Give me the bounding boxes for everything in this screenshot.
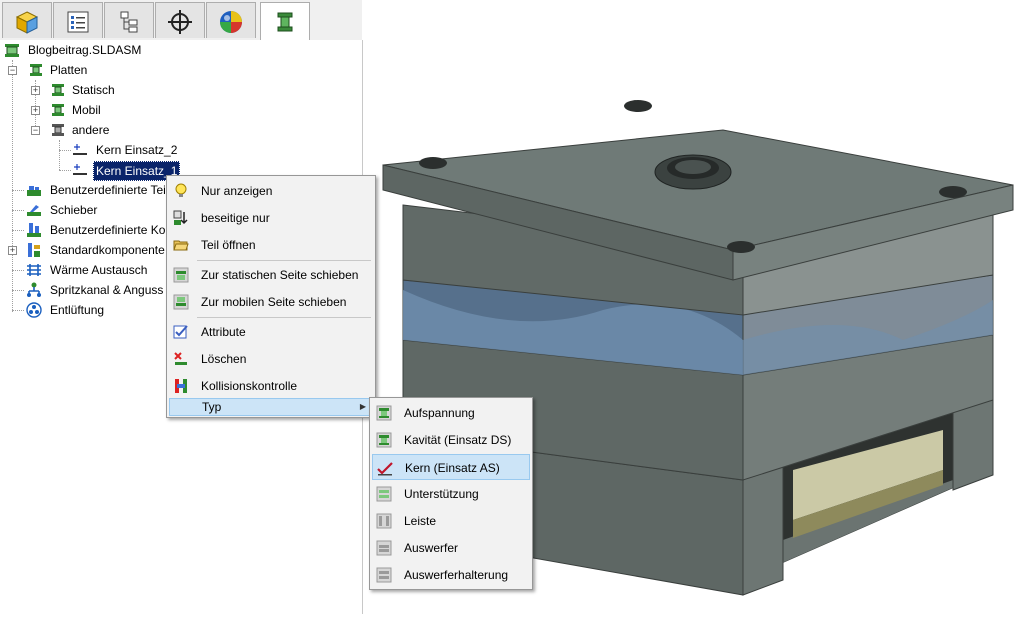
tree-label: Kern Einsatz_2 [96, 143, 178, 157]
feature-manager-tabs [0, 0, 362, 41]
open-folder-icon [173, 240, 189, 251]
clamping-plate-icon [376, 405, 392, 421]
tab-feature-manager[interactable] [2, 2, 52, 38]
plate-icon [52, 104, 64, 116]
part-cube-icon [15, 11, 39, 34]
menu-item-leiste[interactable]: Leiste [372, 508, 530, 534]
menu-label: Zur statischen Seite schieben [201, 268, 359, 282]
menu-item-beseitige-nur[interactable]: beseitige nur [169, 205, 373, 231]
tree-label: Benutzerdefinierte Tei [50, 183, 166, 197]
menu-item-typ[interactable]: Typ ▶ [169, 398, 373, 416]
tab-dimxpert[interactable] [155, 2, 205, 38]
menu-item-loeschen[interactable]: Löschen [169, 346, 373, 372]
appearance-ball-icon [220, 11, 242, 33]
tree-label: andere [72, 123, 110, 137]
custom-component-icon [27, 223, 41, 237]
collapse-toggle[interactable]: − [8, 66, 17, 75]
menu-label: beseitige nur [201, 211, 270, 225]
tab-property-manager[interactable] [53, 2, 103, 38]
submenu-arrow-icon: ▶ [359, 402, 366, 411]
ejector-plate-icon [376, 540, 392, 556]
custom-parts-icon [27, 186, 41, 196]
property-list-icon [67, 11, 89, 33]
tree-label: Mobil [72, 103, 101, 117]
tree-label: Spritzkanal & Anguss [50, 283, 164, 297]
menu-label: Attribute [201, 325, 246, 339]
plate-icon [30, 64, 42, 76]
menu-item-attribute[interactable]: Attribute [169, 319, 373, 345]
cooling-icon [27, 264, 41, 276]
plane-insert-icon [73, 164, 87, 175]
runner-gate-icon [27, 282, 41, 297]
menu-label: Kern (Einsatz AS) [405, 461, 500, 475]
menu-label: Auswerferhalterung [404, 568, 509, 582]
crosshair-icon [168, 10, 192, 34]
menu-item-teil-oeffnen[interactable]: Teil öffnen [169, 232, 373, 258]
context-menu: Nur anzeigen beseitige nur Teil öffnen Z… [166, 175, 376, 418]
tree-label: Platten [50, 63, 88, 77]
tree-label: Schieber [50, 203, 98, 217]
delete-icon [174, 352, 187, 365]
menu-item-aufspannung[interactable]: Aufspannung [372, 400, 530, 426]
expand-toggle[interactable]: + [31, 86, 40, 95]
assembly-mold-icon [5, 44, 19, 57]
attribute-icon [173, 325, 188, 339]
isolate-icon [173, 210, 188, 225]
menu-label: Nur anzeigen [201, 184, 273, 198]
tree-label: Benutzerdefinierte Kor [50, 223, 170, 237]
menu-item-kavitaet[interactable]: Kavität (Einsatz DS) [372, 427, 530, 453]
tree-label: Standardkomponente [50, 243, 165, 257]
tree-label: Entlüftung [50, 303, 105, 317]
move-static-icon [173, 267, 189, 283]
expand-toggle[interactable]: + [8, 246, 17, 255]
move-mobile-icon [173, 294, 189, 310]
configuration-tree-icon [120, 11, 138, 33]
cavity-plate-icon [376, 432, 392, 448]
tab-mold-plates[interactable] [260, 2, 310, 41]
plate-icon [52, 84, 64, 96]
support-plate-icon [376, 486, 392, 502]
tree-label: Statisch [72, 83, 115, 97]
typ-submenu: Aufspannung Kavität (Einsatz DS) Kern (E… [369, 397, 533, 590]
menu-label: Löschen [201, 352, 247, 366]
menu-item-unterstuetzung[interactable]: Unterstützung [372, 481, 530, 507]
menu-item-auswerferhalterung[interactable]: Auswerferhalterung [372, 562, 530, 588]
menu-item-auswerfer[interactable]: Auswerfer [372, 535, 530, 561]
plane-insert-icon [73, 144, 87, 155]
tree-label: Wärme Austausch [50, 263, 148, 277]
menu-item-mobile-seite[interactable]: Zur mobilen Seite schieben [169, 289, 373, 315]
menu-item-nur-anzeigen[interactable]: Nur anzeigen [169, 178, 373, 204]
menu-item-statische-seite[interactable]: Zur statischen Seite schieben [169, 262, 373, 288]
menu-item-kollisionskontrolle[interactable]: Kollisionskontrolle [169, 373, 373, 399]
menu-label: Aufspannung [404, 406, 475, 420]
tree-label: Blogbeitrag.SLDASM [28, 43, 142, 57]
menu-label: Kollisionskontrolle [201, 379, 298, 393]
tab-display-manager[interactable] [206, 2, 256, 38]
ejector-retainer-icon [376, 567, 392, 583]
menu-item-kern[interactable]: Kern (Einsatz AS) [372, 454, 530, 480]
menu-label: Zur mobilen Seite schieben [201, 295, 347, 309]
menu-label: Auswerfer [404, 541, 459, 555]
menu-label: Typ [202, 400, 222, 414]
vent-fan-icon [26, 302, 42, 318]
rail-icon [376, 513, 392, 529]
expand-toggle[interactable]: + [31, 106, 40, 115]
menu-label: Kavität (Einsatz DS) [404, 433, 512, 447]
menu-label: Unterstützung [404, 487, 479, 501]
standard-component-icon [28, 243, 40, 257]
menu-label: Teil öffnen [201, 238, 256, 252]
mold-plates-icon [277, 12, 293, 32]
menu-label: Leiste [404, 514, 437, 528]
slider-icon [27, 205, 41, 216]
plate-gray-icon [52, 124, 64, 136]
checkmark-icon [377, 462, 393, 476]
tab-configuration-manager[interactable] [104, 2, 154, 38]
collision-check-icon [175, 379, 187, 393]
lightbulb-icon [175, 183, 187, 197]
collapse-toggle[interactable]: − [31, 126, 40, 135]
